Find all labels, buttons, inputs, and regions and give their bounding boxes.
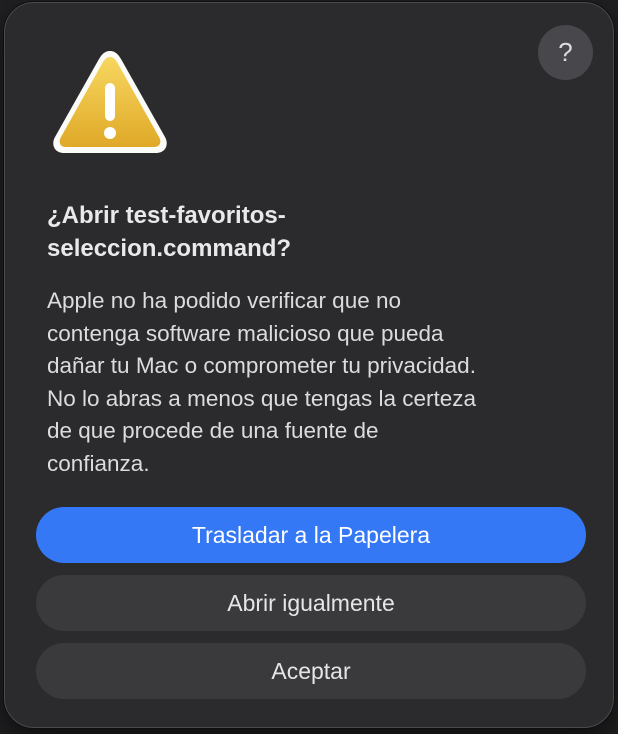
open-anyway-button[interactable]: Abrir igualmente xyxy=(36,575,586,631)
security-alert-dialog: ? ¿Abrir test-favoritos- seleccion.comma… xyxy=(4,2,614,728)
move-to-trash-button[interactable]: Trasladar a la Papelera xyxy=(36,507,586,563)
dialog-message: Apple no ha podido verificar que no cont… xyxy=(47,288,477,476)
help-button[interactable]: ? xyxy=(538,25,593,80)
warning-triangle-icon xyxy=(53,51,167,153)
accept-button[interactable]: Aceptar xyxy=(36,643,586,699)
dialog-title: ¿Abrir test-favoritos- seleccion.command… xyxy=(47,202,292,262)
